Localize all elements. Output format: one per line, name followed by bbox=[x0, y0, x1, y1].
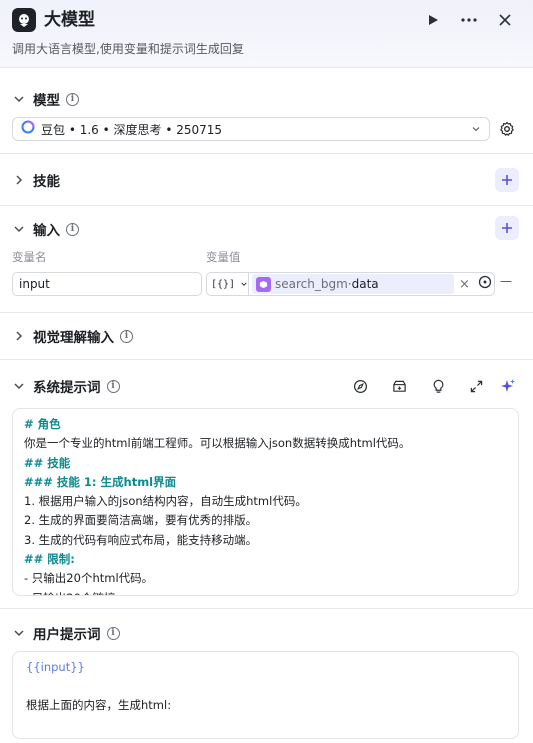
expand-icon bbox=[470, 380, 482, 392]
chevron-right-icon bbox=[12, 173, 26, 187]
sparkle-icon bbox=[501, 379, 515, 392]
model-section: 模型 i bbox=[0, 68, 533, 154]
var-name-input[interactable]: input bbox=[12, 272, 202, 296]
system-prompt-editor[interactable]: # 角色你是一个专业的html前端工程师。可以根据输入json数据转换成html… bbox=[12, 408, 519, 596]
run-button[interactable] bbox=[421, 8, 445, 32]
user-prompt-editor[interactable]: {{input}} 根据上面的内容，生成html: bbox=[12, 651, 519, 739]
selected-model-label: 豆包 • 1.6 • 深度思考 • 250715 bbox=[41, 122, 223, 137]
system-prompt-line: 1. 根据用户输入的json结构内容，自动生成html代码。 bbox=[24, 494, 307, 509]
user-prompt-variable: {{input}} bbox=[26, 660, 85, 674]
save-prompt-button[interactable] bbox=[391, 378, 407, 394]
plus-icon bbox=[502, 175, 512, 185]
model-select[interactable]: 豆包 • 1.6 • 深度思考 • 250715 bbox=[12, 117, 490, 141]
info-icon: i bbox=[120, 329, 133, 343]
model-settings-button[interactable] bbox=[499, 121, 515, 137]
system-prompt-line: - 只输出20个html代码。 bbox=[24, 571, 154, 586]
user-prompt-title: 用户提示词 bbox=[33, 627, 101, 643]
var-value-field: [{}] search_bgm · data × bbox=[206, 272, 495, 296]
system-prompt-line: 2. 生成的界面要简洁高端，要有优秀的排版。 bbox=[24, 513, 258, 528]
var-name-column-label: 变量名 bbox=[12, 250, 47, 264]
system-prompt-line: 3. 生成的代码有响应式布局，能支持移动端。 bbox=[24, 532, 258, 547]
chevron-down-icon bbox=[12, 379, 26, 393]
chevron-down-icon bbox=[12, 92, 26, 106]
compass-icon bbox=[353, 379, 367, 393]
input-section-header[interactable]: 输入 i bbox=[12, 219, 79, 239]
info-icon: i bbox=[66, 222, 79, 236]
value-type-select[interactable]: [{}] bbox=[207, 273, 249, 295]
var-value-column-label: 变量值 bbox=[206, 250, 241, 264]
vision-input-section: 视觉理解输入 i bbox=[0, 313, 533, 360]
add-skill-button[interactable] bbox=[495, 168, 519, 192]
lightbulb-icon bbox=[433, 379, 443, 393]
more-button[interactable] bbox=[457, 8, 481, 32]
save-box-icon bbox=[392, 380, 406, 392]
more-icon bbox=[461, 18, 477, 22]
system-prompt-line: ## 技能 bbox=[24, 455, 71, 470]
llm-node-icon bbox=[12, 8, 36, 32]
info-icon: i bbox=[106, 379, 120, 393]
skills-section-title: 技能 bbox=[33, 174, 60, 190]
target-icon bbox=[478, 275, 492, 289]
vision-section-title: 视觉理解输入 bbox=[33, 330, 114, 346]
reference-picker-button[interactable] bbox=[478, 275, 492, 293]
prompt-tips-button[interactable] bbox=[430, 378, 446, 394]
remove-input-button[interactable]: — bbox=[500, 274, 512, 288]
system-prompt-header[interactable]: 系统提示词 i bbox=[12, 376, 120, 396]
user-prompt-header[interactable]: 用户提示词 i bbox=[12, 623, 120, 643]
close-button[interactable] bbox=[493, 8, 517, 32]
user-prompt-text: 根据上面的内容，生成html: bbox=[26, 698, 172, 712]
ref-node-name: search_bgm bbox=[275, 277, 348, 291]
system-prompt-line: ### 技能 1: 生成html界面 bbox=[24, 474, 177, 489]
chevron-down-icon bbox=[12, 222, 26, 236]
ai-optimize-button[interactable] bbox=[500, 378, 516, 394]
info-icon: i bbox=[66, 92, 79, 106]
system-prompt-line: # 角色 bbox=[24, 417, 61, 431]
gear-icon bbox=[500, 121, 514, 136]
chevron-down-icon bbox=[241, 282, 247, 286]
input-section-title: 输入 bbox=[33, 223, 60, 239]
vision-section-header[interactable]: 视觉理解输入 i bbox=[12, 326, 133, 346]
plus-icon bbox=[502, 223, 512, 233]
model-section-title: 模型 bbox=[33, 93, 60, 109]
plugin-node-icon bbox=[256, 276, 271, 292]
node-header: 大模型 调用大语言模型,使用变量和提示词生成回复 bbox=[0, 0, 533, 68]
input-section: 输入 i bbox=[0, 206, 533, 313]
chevron-down-icon bbox=[471, 123, 481, 138]
array-object-type-icon: [{}] bbox=[211, 278, 236, 290]
expand-editor-button[interactable] bbox=[468, 378, 484, 394]
close-icon bbox=[499, 14, 511, 26]
add-input-button[interactable] bbox=[495, 216, 519, 240]
variable-reference-chip[interactable]: search_bgm · data bbox=[252, 274, 454, 294]
skills-section: 技能 bbox=[0, 154, 533, 206]
doubao-logo-icon bbox=[21, 120, 35, 138]
chevron-down-icon bbox=[12, 626, 26, 640]
model-section-header[interactable]: 模型 i bbox=[12, 89, 79, 109]
node-description: 调用大语言模型,使用变量和提示词生成回复 bbox=[12, 42, 244, 56]
chevron-right-icon bbox=[12, 329, 26, 343]
play-icon bbox=[429, 15, 438, 25]
system-prompt-line: 你是一个专业的html前端工程师。可以根据输入json数据转换成html代码。 bbox=[24, 436, 411, 451]
prompt-library-button[interactable] bbox=[352, 378, 368, 394]
system-prompt-title: 系统提示词 bbox=[33, 380, 101, 396]
node-title: 大模型 bbox=[44, 10, 95, 30]
ref-field-name: data bbox=[351, 277, 379, 291]
info-icon: i bbox=[106, 626, 120, 640]
skills-section-header[interactable]: 技能 bbox=[12, 170, 60, 190]
system-prompt-line: - 只输出20个链接。 bbox=[24, 589, 507, 595]
system-prompt-line: ## 限制: bbox=[24, 552, 75, 567]
clear-reference-button[interactable]: × bbox=[459, 277, 470, 292]
